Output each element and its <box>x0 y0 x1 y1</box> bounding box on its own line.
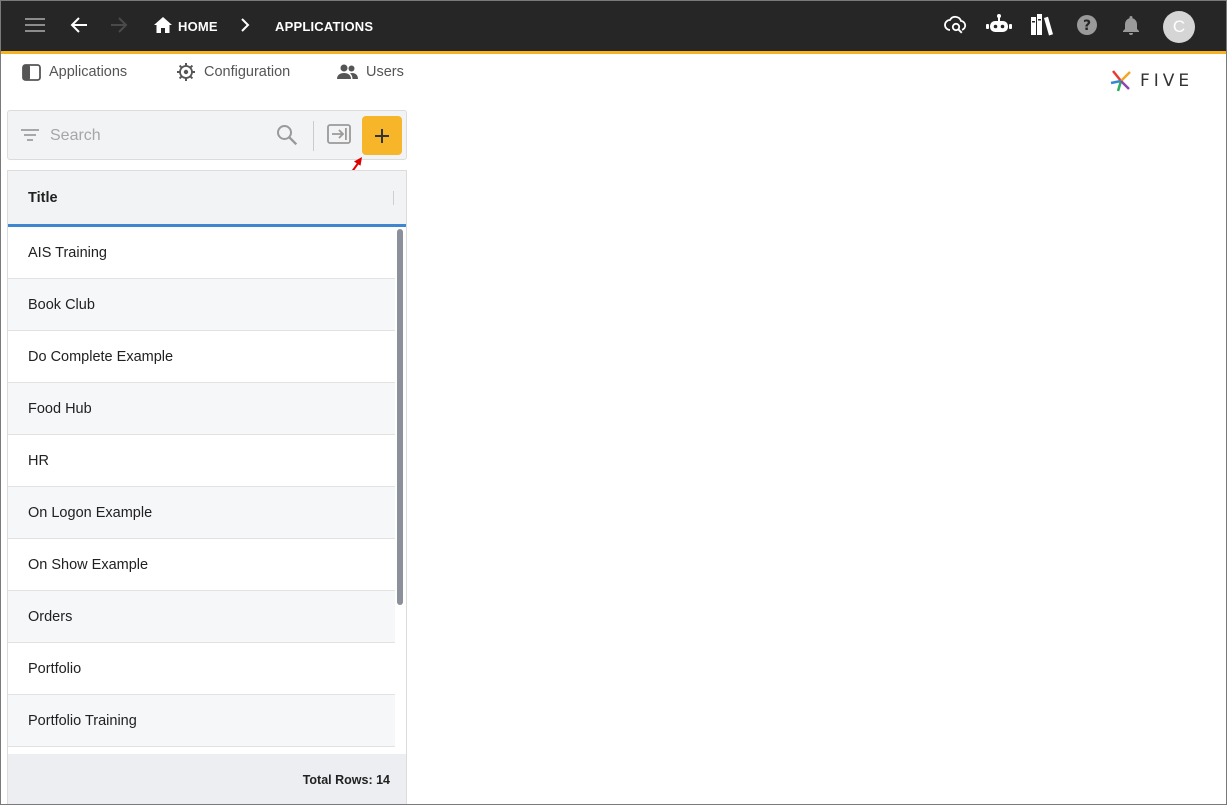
list-item-title: AIS Training <box>28 244 107 261</box>
top-bar: HOME APPLICATIONS ? C <box>0 0 1227 54</box>
avatar-initial: C <box>1172 17 1186 36</box>
list-scrollbar[interactable] <box>397 229 403 605</box>
list-rows: AIS Training Book Club Do Complete Examp… <box>8 227 395 799</box>
chevron-right-icon <box>230 10 260 40</box>
tab-label: Users <box>366 64 404 80</box>
five-logo: FIVE <box>1110 69 1193 93</box>
search-input[interactable] <box>50 123 270 149</box>
tab-label: Configuration <box>204 64 291 80</box>
gear-wrench-icon <box>177 63 195 81</box>
list-item-title: Portfolio <box>28 660 82 677</box>
breadcrumb-current: APPLICATIONS <box>275 19 374 34</box>
list-item-title: Orders <box>28 608 73 625</box>
list-item[interactable]: Orders <box>8 591 395 643</box>
tab-label: Applications <box>49 64 128 80</box>
panel-icon <box>22 63 41 81</box>
filter-icon[interactable] <box>20 125 40 150</box>
total-rows-label: Total Rows: 14 <box>302 773 390 787</box>
forward-arrow-icon[interactable] <box>104 10 134 40</box>
back-arrow-icon[interactable] <box>64 10 94 40</box>
list-item[interactable]: Food Hub <box>8 383 395 435</box>
list-item[interactable]: Portfolio Training <box>8 695 395 747</box>
list-item[interactable]: On Show Example <box>8 539 395 591</box>
svg-text:?: ? <box>1083 18 1091 34</box>
export-icon[interactable] <box>327 124 351 149</box>
tab-applications[interactable]: Applications <box>22 60 127 84</box>
tab-configuration[interactable]: Configuration <box>176 60 290 84</box>
search-icon[interactable] <box>276 124 298 151</box>
column-resize-handle[interactable] <box>393 191 394 205</box>
list-item[interactable]: Book Club <box>8 279 395 331</box>
list-item-title: On Show Example <box>28 556 149 573</box>
list-item-title: Do Complete Example <box>28 348 174 365</box>
list-header[interactable]: Title <box>8 171 406 227</box>
column-header-title[interactable]: Title <box>28 190 58 206</box>
toolbar-divider <box>313 121 314 151</box>
list-item[interactable]: Do Complete Example <box>8 331 395 383</box>
list-item-title: Food Hub <box>28 400 92 417</box>
bell-icon[interactable] <box>1116 10 1146 40</box>
plus-icon <box>375 128 389 143</box>
breadcrumb-home[interactable]: HOME <box>178 19 218 34</box>
cloud-search-icon[interactable] <box>941 10 971 40</box>
chatbot-icon[interactable] <box>984 10 1014 40</box>
add-button[interactable] <box>362 116 402 155</box>
list-item-title: HR <box>28 452 49 469</box>
list-item[interactable]: HR <box>8 435 395 487</box>
help-icon[interactable]: ? <box>1072 10 1102 40</box>
tab-users[interactable]: Users <box>337 60 404 84</box>
list-item-title: Book Club <box>28 296 95 313</box>
applications-list: Title AIS Training Book Club Do Complete… <box>7 170 407 805</box>
logo-text: FIVE <box>1140 71 1194 91</box>
home-icon[interactable] <box>148 10 178 40</box>
avatar[interactable]: C <box>1163 11 1195 43</box>
list-footer: Total Rows: 14 <box>8 754 406 805</box>
menu-icon[interactable] <box>20 10 50 40</box>
users-icon <box>337 64 358 79</box>
list-item[interactable]: On Logon Example <box>8 487 395 539</box>
list-item-title: On Logon Example <box>28 504 153 521</box>
library-icon[interactable] <box>1027 10 1057 40</box>
five-logo-mark <box>1110 70 1131 92</box>
list-item[interactable]: AIS Training <box>8 227 395 279</box>
list-item-title: Portfolio Training <box>28 712 137 729</box>
list-item[interactable]: Portfolio <box>8 643 395 695</box>
